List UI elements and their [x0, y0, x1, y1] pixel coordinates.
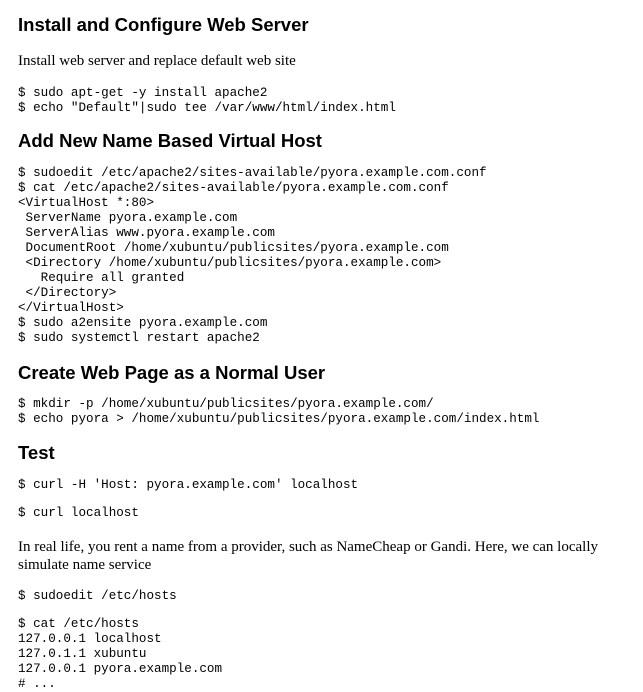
code-line: 127.0.0.1 pyora.example.com — [18, 662, 223, 676]
code-line: ServerName pyora.example.com — [18, 211, 238, 225]
code-line: $ mkdir -p /home/xubuntu/publicsites/pyo… — [18, 397, 434, 411]
code-line: </VirtualHost> — [18, 301, 124, 315]
code-block-web-page[interactable]: $ mkdir -p /home/xubuntu/publicsites/pyo… — [18, 397, 539, 427]
code-line: ServerAlias www.pyora.example.com — [18, 226, 275, 240]
code-line: # ... — [18, 677, 56, 691]
code-line: <VirtualHost *:80> — [18, 196, 155, 210]
code-line: $ sudo apt-get -y install apache2 — [18, 86, 268, 100]
intro-paragraph: Install web server and replace default w… — [18, 53, 296, 69]
code-line: $ curl -H 'Host: pyora.example.com' loca… — [18, 478, 359, 492]
code-block-install[interactable]: $ sudo apt-get -y install apache2 $ echo… — [18, 86, 396, 116]
heading-test: Test — [18, 442, 55, 463]
code-line: <Directory /home/xubuntu/publicsites/pyo… — [18, 256, 442, 270]
code-block-sudoedit-hosts[interactable]: $ sudoedit /etc/hosts — [18, 589, 177, 604]
code-line: 127.0.1.1 xubuntu — [18, 647, 147, 661]
code-line: </Directory> — [18, 286, 117, 300]
code-line: $ echo "Default"|sudo tee /var/www/html/… — [18, 101, 396, 115]
code-line: $ cat /etc/apache2/sites-available/pyora… — [18, 181, 449, 195]
code-block-cat-hosts[interactable]: $ cat /etc/hosts 127.0.0.1 localhost 127… — [18, 617, 222, 692]
name-service-paragraph: In real life, you rent a name from a pro… — [18, 539, 598, 573]
heading-web-page-user: Create Web Page as a Normal User — [18, 362, 326, 383]
heading-virtual-host: Add New Name Based Virtual Host — [18, 130, 322, 151]
code-line: Require all granted — [18, 271, 185, 285]
code-line: $ sudoedit /etc/apache2/sites-available/… — [18, 166, 487, 180]
code-line: $ curl localhost — [18, 506, 139, 520]
code-line: $ sudo systemctl restart apache2 — [18, 331, 260, 345]
code-line: DocumentRoot /home/xubuntu/publicsites/p… — [18, 241, 449, 255]
code-block-curl-localhost[interactable]: $ curl localhost — [18, 506, 139, 521]
code-block-curl-host[interactable]: $ curl -H 'Host: pyora.example.com' loca… — [18, 478, 358, 493]
heading-install-configure: Install and Configure Web Server — [18, 14, 309, 35]
code-block-virtual-host[interactable]: $ sudoedit /etc/apache2/sites-available/… — [18, 166, 487, 346]
code-line: $ sudo a2ensite pyora.example.com — [18, 316, 268, 330]
code-line: $ echo pyora > /home/xubuntu/publicsites… — [18, 412, 540, 426]
code-line: $ sudoedit /etc/hosts — [18, 589, 177, 603]
code-line: $ cat /etc/hosts — [18, 617, 139, 631]
code-line: 127.0.0.1 localhost — [18, 632, 162, 646]
